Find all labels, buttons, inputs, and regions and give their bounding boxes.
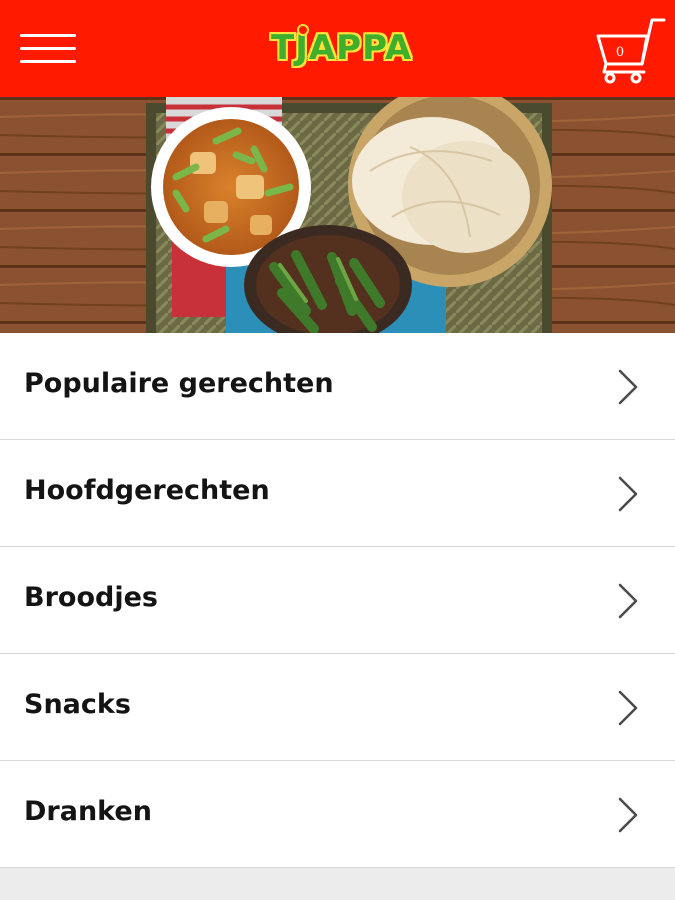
chevron-right-icon <box>618 690 638 726</box>
category-item-populaire-gerechten[interactable]: Populaire gerechten <box>0 333 675 440</box>
category-item-dranken[interactable]: Dranken <box>0 761 675 868</box>
hero-food-image <box>0 97 675 333</box>
category-list: Populaire gerechten Hoofdgerechten Brood… <box>0 333 675 868</box>
brand-logo-text: TJAPPA <box>271 28 413 68</box>
logo-dot-icon <box>297 24 309 36</box>
menu-line <box>20 60 76 63</box>
shopping-cart-icon <box>596 18 666 84</box>
cart-count-badge: 0 <box>615 45 625 60</box>
chevron-right-icon <box>618 476 638 512</box>
chevron-right-icon <box>618 797 638 833</box>
category-label: Snacks <box>24 689 131 720</box>
hamburger-menu-icon[interactable] <box>18 28 80 68</box>
brand-logo[interactable]: TJAPPA <box>271 20 413 76</box>
category-item-snacks[interactable]: Snacks <box>0 654 675 761</box>
category-label: Broodjes <box>24 582 158 613</box>
food-photo-illustration <box>0 97 675 333</box>
top-bar: TJAPPA 0 <box>0 0 675 97</box>
cart-button[interactable]: 0 <box>596 14 668 84</box>
category-item-hoofdgerechten[interactable]: Hoofdgerechten <box>0 440 675 547</box>
category-label: Dranken <box>24 796 152 827</box>
chevron-right-icon <box>618 369 638 405</box>
category-item-broodjes[interactable]: Broodjes <box>0 547 675 654</box>
menu-line <box>20 34 76 37</box>
category-label: Populaire gerechten <box>24 368 334 399</box>
category-label: Hoofdgerechten <box>24 475 270 506</box>
menu-line <box>20 47 76 50</box>
chevron-right-icon <box>618 583 638 619</box>
